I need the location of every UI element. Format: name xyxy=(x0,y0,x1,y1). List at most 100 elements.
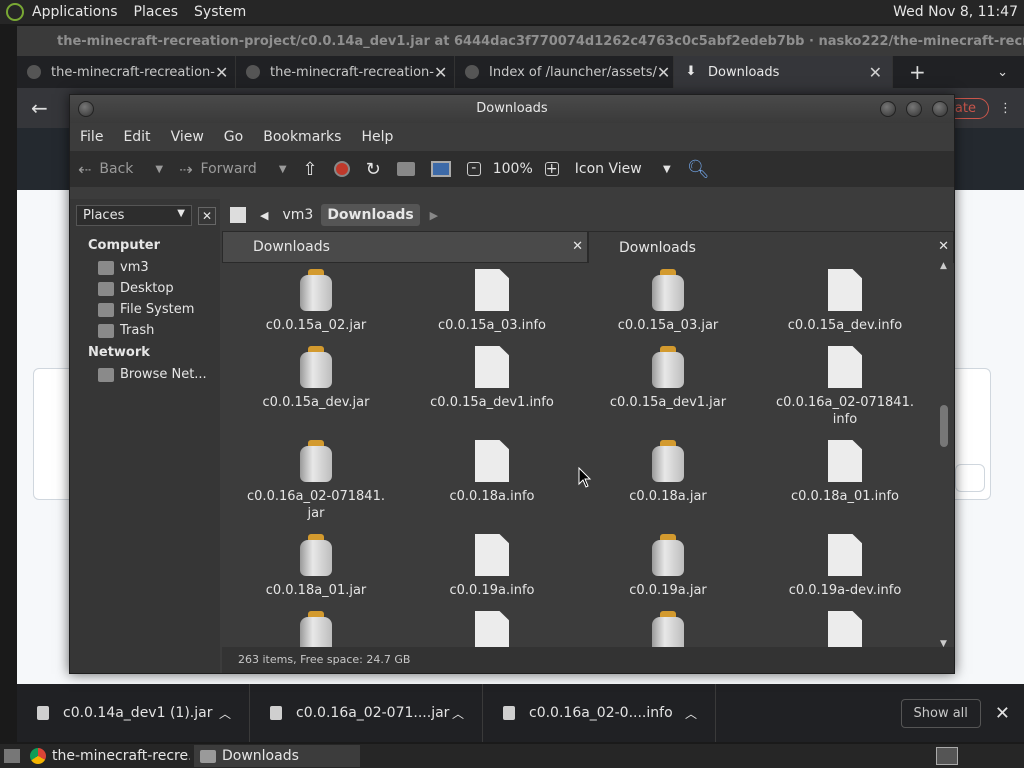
menu-help[interactable]: Help xyxy=(351,129,403,145)
file-item[interactable]: c0.0.15a_dev1.jar xyxy=(588,346,748,411)
forward-button[interactable]: ⇢ Forward ▼ xyxy=(171,160,294,179)
close-icon[interactable]: ✕ xyxy=(434,63,447,82)
path-left-arrow-icon[interactable]: ◀ xyxy=(260,209,268,222)
menu-view[interactable]: View xyxy=(161,129,214,145)
close-icon[interactable]: ✕ xyxy=(572,239,583,254)
chevron-up-icon[interactable]: ︿ xyxy=(219,705,231,722)
file-item[interactable]: c0.0.15a_03.info xyxy=(412,269,572,334)
file-item[interactable] xyxy=(765,611,925,647)
taskbar-browser[interactable]: the-minecraft-recre... xyxy=(24,745,190,767)
computer-button[interactable] xyxy=(423,161,459,177)
file-item[interactable]: c0.0.15a_dev.jar xyxy=(236,346,396,411)
chevron-down-icon[interactable]: ▼ xyxy=(279,164,287,175)
file-item[interactable] xyxy=(412,611,572,647)
sidebar-item-browse-network[interactable]: Browse Net... xyxy=(70,364,220,385)
browser-tab-3[interactable]: Index of /launcher/assets/ ✕ xyxy=(455,56,674,88)
maximize-icon[interactable] xyxy=(906,101,922,117)
up-button[interactable]: ⇧ xyxy=(295,159,326,180)
home-button[interactable] xyxy=(389,162,423,176)
close-icon[interactable]: ✕ xyxy=(869,63,882,82)
close-sidebar-icon[interactable]: ✕ xyxy=(198,206,216,225)
download-item[interactable]: c0.0.16a_02-071....jar ︿ xyxy=(250,684,483,742)
menu-edit[interactable]: Edit xyxy=(113,129,160,145)
tab-list-chevron-icon[interactable]: ⌄ xyxy=(997,65,1008,80)
chevron-up-icon[interactable]: ︿ xyxy=(685,705,697,722)
zoom-out-button[interactable]: - xyxy=(459,161,489,176)
path-right-arrow-icon[interactable]: ▶ xyxy=(430,209,438,222)
file-item[interactable]: c0.0.19a-dev.info xyxy=(765,534,925,599)
browser-title: the-minecraft-recreation-project/c0.0.14… xyxy=(57,33,1024,49)
github-download-button[interactable] xyxy=(955,464,985,492)
pane-tab-right[interactable]: Downloads ✕ xyxy=(588,231,954,263)
file-item[interactable]: c0.0.15a_02.jar xyxy=(236,269,396,334)
downloads-bar: c0.0.14a_dev1 (1).jar ︿ c0.0.16a_02-071.… xyxy=(17,684,1024,742)
menu-go[interactable]: Go xyxy=(214,129,253,145)
view-mode-select[interactable]: Icon View ▼ xyxy=(567,161,679,177)
file-item[interactable]: c0.0.18a_01.jar xyxy=(236,534,396,599)
browser-tab-2[interactable]: the-minecraft-recreation- ✕ xyxy=(236,56,455,88)
file-item[interactable]: c0.0.16a_02-071841. info xyxy=(765,346,925,428)
fm-titlebar[interactable]: Downloads xyxy=(70,95,954,123)
file-item[interactable]: c0.0.15a_03.jar xyxy=(588,269,748,334)
file-item[interactable]: c0.0.18a_01.info xyxy=(765,440,925,505)
browser-titlebar[interactable]: the-minecraft-recreation-project/c0.0.14… xyxy=(17,26,1024,56)
panel-menu-applications[interactable]: Applications xyxy=(24,4,126,20)
show-all-button[interactable]: Show all xyxy=(900,698,981,728)
browser-tab-1[interactable]: the-minecraft-recreation- ✕ xyxy=(17,56,236,88)
zoom-in-button[interactable]: + xyxy=(537,162,567,176)
sidebar-item-trash[interactable]: Trash xyxy=(70,320,220,341)
edit-location-icon[interactable] xyxy=(230,207,246,223)
panel-menu-system[interactable]: System xyxy=(186,4,254,20)
vertical-scrollbar[interactable]: ▲ ▼ xyxy=(940,261,948,649)
menu-bookmarks[interactable]: Bookmarks xyxy=(253,129,351,145)
file-item[interactable]: c0.0.18a.jar xyxy=(588,440,748,505)
file-item[interactable] xyxy=(588,611,748,647)
chevron-up-icon[interactable]: ︿ xyxy=(452,705,464,722)
window-menu-icon[interactable] xyxy=(78,101,94,117)
file-item[interactable]: c0.0.18a.info xyxy=(412,440,572,505)
show-desktop-icon[interactable] xyxy=(4,749,20,763)
close-icon[interactable]: ✕ xyxy=(657,63,670,82)
minimize-icon[interactable] xyxy=(880,101,896,117)
file-name: c0.0.15a_02.jar xyxy=(265,318,367,333)
sidebar-item-desktop[interactable]: Desktop xyxy=(70,278,220,299)
sidebar-item-vm3[interactable]: vm3 xyxy=(70,257,220,278)
menu-file[interactable]: File xyxy=(70,129,113,145)
download-item[interactable]: c0.0.16a_02-0....info ︿ xyxy=(483,684,716,742)
jar-file-icon xyxy=(299,534,333,576)
scrollbar-thumb[interactable] xyxy=(940,405,948,447)
search-button[interactable]: 🔍︎ xyxy=(679,159,718,180)
scroll-up-icon[interactable]: ▲ xyxy=(940,261,947,271)
breadcrumb-downloads[interactable]: Downloads xyxy=(321,204,420,226)
sidebar-type-dropdown[interactable]: Places ▼ xyxy=(76,205,192,226)
new-tab-plus-icon[interactable]: + xyxy=(893,60,942,84)
taskbar-downloads[interactable]: Downloads xyxy=(194,745,360,767)
gnome-foot-icon[interactable] xyxy=(6,3,24,21)
browser-menu-icon[interactable]: ⋮ xyxy=(999,101,1012,116)
panel-clock[interactable]: Wed Nov 8, 11:47 xyxy=(893,4,1024,20)
file-item[interactable] xyxy=(236,611,396,647)
browser-tab-4[interactable]: ⬇ Downloads ✕ xyxy=(674,56,893,88)
close-icon[interactable]: ✕ xyxy=(215,63,228,82)
chevron-down-icon[interactable]: ▼ xyxy=(155,164,163,175)
close-icon[interactable]: ✕ xyxy=(995,703,1010,724)
file-item[interactable]: c0.0.19a.jar xyxy=(588,534,748,599)
back-button[interactable]: ⇠ Back ▼ xyxy=(70,160,171,179)
file-item[interactable]: c0.0.16a_02-071841. jar xyxy=(236,440,396,522)
download-item[interactable]: c0.0.14a_dev1 (1).jar ︿ xyxy=(17,684,250,742)
document-file-icon xyxy=(475,346,509,388)
reload-button[interactable]: ↻ xyxy=(358,159,389,180)
desktop-folder-icon xyxy=(98,281,114,296)
sidebar-item-file-system[interactable]: File System xyxy=(70,299,220,320)
back-arrow-icon[interactable]: ← xyxy=(31,96,48,120)
panel-menu-places[interactable]: Places xyxy=(126,4,187,20)
close-icon[interactable] xyxy=(932,101,948,117)
close-icon[interactable]: ✕ xyxy=(938,239,949,254)
workspace-switcher[interactable] xyxy=(936,747,958,765)
file-item[interactable]: c0.0.19a.info xyxy=(412,534,572,599)
pane-tab-left[interactable]: Downloads ✕ xyxy=(222,231,588,263)
stop-button[interactable] xyxy=(326,161,358,177)
file-item[interactable]: c0.0.15a_dev.info xyxy=(765,269,925,334)
file-item[interactable]: c0.0.15a_dev1.info xyxy=(412,346,572,411)
breadcrumb-vm3[interactable]: vm3 xyxy=(276,204,319,226)
